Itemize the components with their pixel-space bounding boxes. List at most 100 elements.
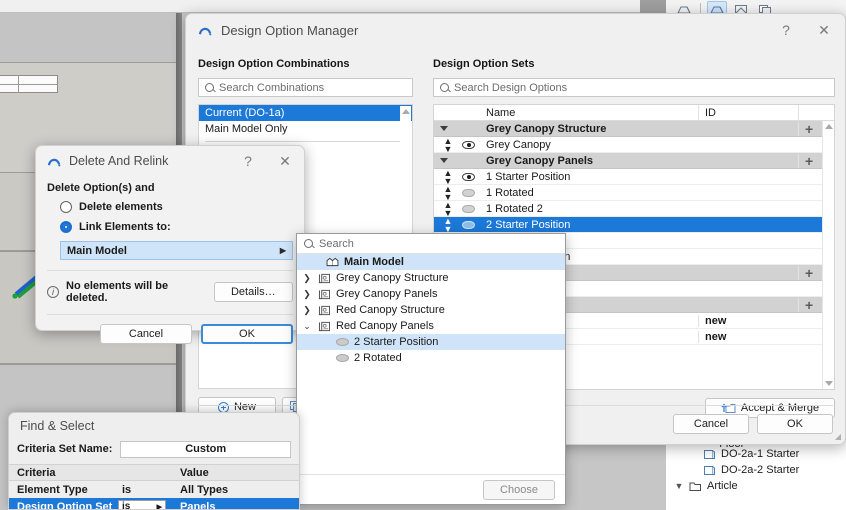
dar-divider-2 bbox=[47, 314, 293, 315]
dar-divider-1 bbox=[47, 270, 293, 271]
popup-item-red-canopy-panels[interactable]: ⌄ Red Canopy Panels bbox=[297, 318, 565, 334]
criteria-row[interactable]: Element Type is All Types bbox=[9, 481, 299, 498]
popup-item-red-canopy-structure[interactable]: ❯ Red Canopy Structure bbox=[297, 302, 565, 318]
tree-item-view-2[interactable]: DO-2a-2 Starter bbox=[666, 462, 846, 478]
visibility-toggle[interactable] bbox=[456, 204, 480, 213]
combinations-heading: Design Option Combinations bbox=[198, 58, 350, 70]
eye-icon bbox=[462, 172, 475, 181]
radio-icon bbox=[60, 201, 72, 213]
visibility-toggle[interactable] bbox=[456, 140, 480, 149]
dom-title-label: Design Option Manager bbox=[221, 22, 359, 38]
dom-titlebar[interactable]: Design Option Manager ? ✕ bbox=[186, 14, 845, 46]
popup-item-label: 2 Rotated bbox=[354, 352, 402, 364]
app-logo-icon bbox=[198, 27, 212, 35]
find-and-select-panel[interactable]: Find & Select Criteria Set Name: Custom … bbox=[8, 412, 300, 510]
close-icon[interactable]: ✕ bbox=[809, 17, 839, 43]
popup-item-grey-canopy-panels[interactable]: ❯ Grey Canopy Panels bbox=[297, 286, 565, 302]
visibility-toggle[interactable] bbox=[456, 188, 480, 197]
tree-item-label: DO-2a-1 Starter bbox=[721, 448, 800, 460]
reorder-handle[interactable]: ▲▼ bbox=[434, 216, 456, 233]
reorder-handle[interactable]: ▲▼ bbox=[434, 136, 456, 153]
radio-delete-elements[interactable]: Delete elements bbox=[60, 201, 293, 213]
scroll-up-icon[interactable] bbox=[401, 109, 410, 114]
screen: 0.DO-2a-1_90 Ground Floor DO-2a-1 Starte… bbox=[0, 0, 846, 510]
radio-link-label: Link Elements to: bbox=[79, 221, 171, 233]
reorder-handle[interactable]: ▲▼ bbox=[434, 184, 456, 201]
search-design-options-input[interactable]: Search Design Options bbox=[433, 78, 835, 97]
expand-toggle[interactable] bbox=[434, 126, 456, 131]
dar-info: i No elements will be deleted. Details… bbox=[47, 280, 293, 304]
reorder-handle[interactable]: ▲▼ bbox=[434, 167, 456, 186]
operator-dropdown[interactable]: is ▶ bbox=[118, 500, 166, 510]
reorder-handle[interactable]: ▲▼ bbox=[434, 200, 456, 217]
main-model-icon bbox=[326, 257, 339, 267]
eye-icon bbox=[462, 204, 475, 213]
popup-footer: Choose bbox=[297, 474, 565, 504]
scroll-up-icon[interactable] bbox=[824, 124, 833, 129]
popup-item-2-rotated[interactable]: 2 Rotated bbox=[297, 350, 565, 366]
dar-ok-button[interactable]: OK bbox=[201, 324, 293, 344]
visibility-toggle[interactable] bbox=[456, 172, 480, 181]
delete-and-relink-dialog[interactable]: Delete And Relink ? ✕ Delete Option(s) a… bbox=[35, 145, 305, 344]
popup-item-2-starter-position[interactable]: 2 Starter Position bbox=[297, 334, 565, 350]
chevron-down-icon[interactable]: ⌄ bbox=[301, 321, 313, 332]
help-icon[interactable]: ? bbox=[771, 17, 801, 43]
chevron-down-icon[interactable]: ▼ bbox=[674, 481, 684, 491]
option-name: 1 Rotated bbox=[486, 186, 534, 199]
table-group-row[interactable]: Grey Canopy Panels + bbox=[434, 153, 834, 169]
details-button[interactable]: Details… bbox=[213, 282, 293, 302]
dar-prompt: Delete Option(s) and bbox=[47, 182, 155, 194]
popup-item-label: Main Model bbox=[344, 256, 404, 268]
criteria-row[interactable]: Design Option Set is ▶ Panels bbox=[9, 498, 299, 510]
criteria-operator-select[interactable]: is ▶ bbox=[114, 500, 172, 510]
table-row[interactable]: ▲ ▼ 1 Rotated bbox=[434, 184, 834, 201]
option-set-icon bbox=[319, 273, 330, 283]
list-item[interactable]: Main Model Only bbox=[199, 121, 412, 137]
chevron-right-icon[interactable]: ❯ bbox=[301, 305, 313, 316]
popup-item-grey-canopy-structure[interactable]: ❯ Grey Canopy Structure bbox=[297, 270, 565, 286]
search-combinations-input[interactable]: Search Combinations bbox=[198, 78, 413, 97]
chevron-right-icon[interactable]: ❯ bbox=[301, 273, 313, 284]
resize-grip-icon[interactable]: ◢ bbox=[835, 432, 841, 441]
relink-target-dropdown[interactable]: Main Model ▶ bbox=[60, 241, 293, 260]
close-icon[interactable]: ✕ bbox=[270, 148, 300, 174]
popup-item-main-model[interactable]: Main Model bbox=[297, 254, 565, 270]
choose-button[interactable]: Choose bbox=[483, 479, 555, 500]
table-row[interactable]: ▲▼ 2 Starter Position bbox=[434, 216, 834, 233]
criteria-set-input[interactable]: Custom bbox=[120, 440, 291, 458]
ok-button[interactable]: OK bbox=[757, 414, 833, 434]
cancel-button[interactable]: Cancel bbox=[673, 414, 749, 434]
visibility-toggle[interactable] bbox=[456, 220, 480, 229]
option-set-icon bbox=[319, 305, 330, 315]
updown-icon: ▲▼ bbox=[443, 167, 453, 186]
tree-item-folder[interactable]: ▼ Article bbox=[666, 478, 846, 494]
table-row[interactable]: ▲ ▼ 1 Rotated 2 bbox=[434, 200, 834, 217]
search-icon bbox=[440, 83, 449, 92]
radio-link-elements[interactable]: Link Elements to: bbox=[60, 221, 293, 233]
popup-search-placeholder: Search bbox=[319, 237, 354, 250]
dar-titlebar[interactable]: Delete And Relink ? ✕ bbox=[36, 146, 304, 176]
option-name: 2 Starter Position bbox=[486, 218, 571, 231]
popup-search-input[interactable]: Search bbox=[297, 234, 565, 254]
relink-target-value: Main Model bbox=[67, 244, 127, 257]
list-item[interactable]: Current (DO-1a) bbox=[199, 105, 412, 121]
help-icon[interactable]: ? bbox=[233, 148, 263, 174]
scroll-down-icon[interactable] bbox=[824, 381, 833, 386]
table-group-row[interactable]: Grey Canopy Structure + bbox=[434, 121, 834, 137]
criteria-set-label: Criteria Set Name: bbox=[17, 443, 113, 455]
relink-target-popup[interactable]: Search Main Model ❯ Grey Canopy Structur… bbox=[296, 233, 566, 505]
operator-value: is bbox=[122, 501, 131, 510]
group-name: Grey Canopy Panels bbox=[486, 154, 593, 167]
search-icon bbox=[205, 83, 214, 92]
expand-toggle[interactable] bbox=[434, 158, 456, 163]
chevron-right-icon[interactable]: ❯ bbox=[301, 289, 313, 300]
popup-list[interactable]: Main Model ❯ Grey Canopy Structure ❯ Gre… bbox=[297, 254, 565, 474]
fns-title: Find & Select bbox=[20, 419, 95, 433]
option-set-icon bbox=[319, 321, 330, 331]
list-divider bbox=[205, 141, 406, 142]
table-row[interactable]: ▲ ▼ Grey Canopy bbox=[434, 136, 834, 153]
chevron-right-icon: ▶ bbox=[279, 246, 286, 255]
table-row[interactable]: ▲ ▼ 1 Starter Position bbox=[434, 167, 834, 186]
dar-cancel-button[interactable]: Cancel bbox=[100, 324, 192, 344]
table-scrollbar[interactable] bbox=[822, 121, 834, 389]
